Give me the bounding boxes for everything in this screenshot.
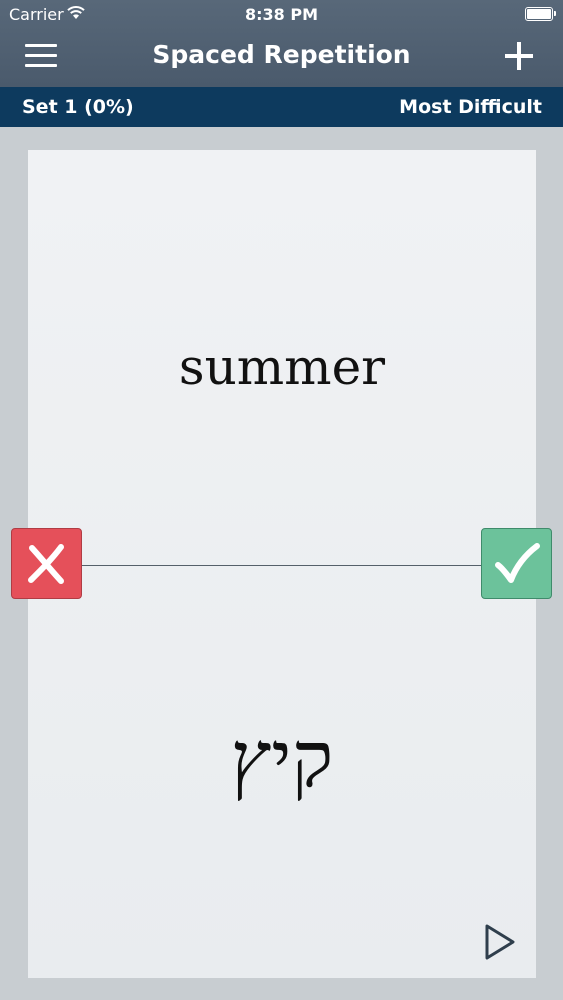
- battery-icon: [525, 7, 556, 21]
- check-mark-icon: [495, 543, 540, 583]
- top-bar: Carrier 8:38 PM Spaced Repetition: [0, 0, 563, 87]
- set-label[interactable]: Set 1 (0%): [22, 96, 134, 118]
- card-back-word: קיץ: [230, 715, 334, 805]
- wrong-button[interactable]: [11, 528, 82, 599]
- sort-label[interactable]: Most Difficult: [399, 96, 542, 118]
- status-time: 8:38 PM: [244, 5, 318, 24]
- correct-button[interactable]: [481, 528, 552, 599]
- flashcard[interactable]: summer קיץ: [28, 150, 536, 978]
- set-bar: Set 1 (0%) Most Difficult: [0, 87, 563, 127]
- play-icon[interactable]: [483, 922, 517, 962]
- card-divider: [82, 565, 481, 566]
- page-title: Spaced Repetition: [152, 40, 411, 69]
- status-bar: Carrier 8:38 PM: [0, 0, 563, 30]
- x-mark-icon: [28, 544, 64, 584]
- card-front-word: summer: [178, 338, 386, 396]
- add-button[interactable]: [505, 42, 533, 70]
